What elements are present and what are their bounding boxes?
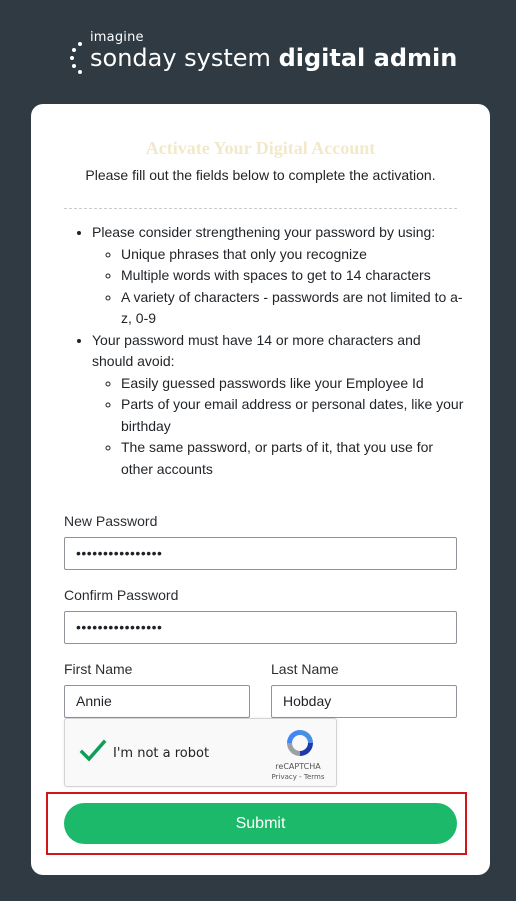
confirm-password-label: Confirm Password [64, 587, 179, 603]
captcha-label: I'm not a robot [113, 746, 210, 761]
last-name-field[interactable]: Hobday [271, 685, 457, 718]
rule-subitem: The same password, or parts of it, that … [121, 437, 464, 480]
sun-icon [70, 42, 88, 78]
rule-subitem: Easily guessed passwords like your Emplo… [121, 373, 464, 395]
logo-wordmark: sonday system digital admin [90, 44, 458, 72]
rule-subitem: A variety of characters - passwords are … [121, 287, 464, 330]
rule-subitem: Multiple words with spaces to get to 14 … [121, 265, 464, 287]
divider [64, 208, 457, 209]
password-rules: Please consider strengthening your passw… [64, 222, 464, 480]
checkmark-icon[interactable] [79, 737, 107, 765]
new-password-field[interactable]: •••••••••••••••• [64, 537, 457, 570]
activation-card: Activate Your Digital Account Please fil… [31, 104, 490, 875]
brand-logo: imagine sonday system digital admin [70, 30, 470, 80]
new-password-label: New Password [64, 513, 158, 529]
rule-item: Please consider strengthening your passw… [92, 222, 464, 330]
recaptcha-links[interactable]: Privacy - Terms [265, 773, 331, 781]
confirm-password-field[interactable]: •••••••••••••••• [64, 611, 457, 644]
page-title: Activate Your Digital Account [145, 138, 376, 158]
rule-subitem: Parts of your email address or personal … [121, 394, 464, 437]
first-name-field[interactable]: Annie [64, 685, 250, 718]
rule-subitem: Unique phrases that only you recognize [121, 244, 464, 266]
recaptcha-widget: I'm not a robot reCAPTCHA Privacy - Term… [64, 718, 337, 787]
recaptcha-icon [287, 730, 313, 756]
last-name-label: Last Name [271, 661, 339, 677]
submit-button[interactable]: Submit [64, 803, 457, 844]
submit-highlight: Submit [46, 792, 467, 855]
first-name-label: First Name [64, 661, 133, 677]
logo-tagline: imagine [90, 30, 144, 45]
page-subtitle: Please fill out the fields below to comp… [85, 167, 436, 183]
rule-item: Your password must have 14 or more chara… [92, 330, 464, 481]
recaptcha-brand: reCAPTCHA [275, 762, 321, 771]
